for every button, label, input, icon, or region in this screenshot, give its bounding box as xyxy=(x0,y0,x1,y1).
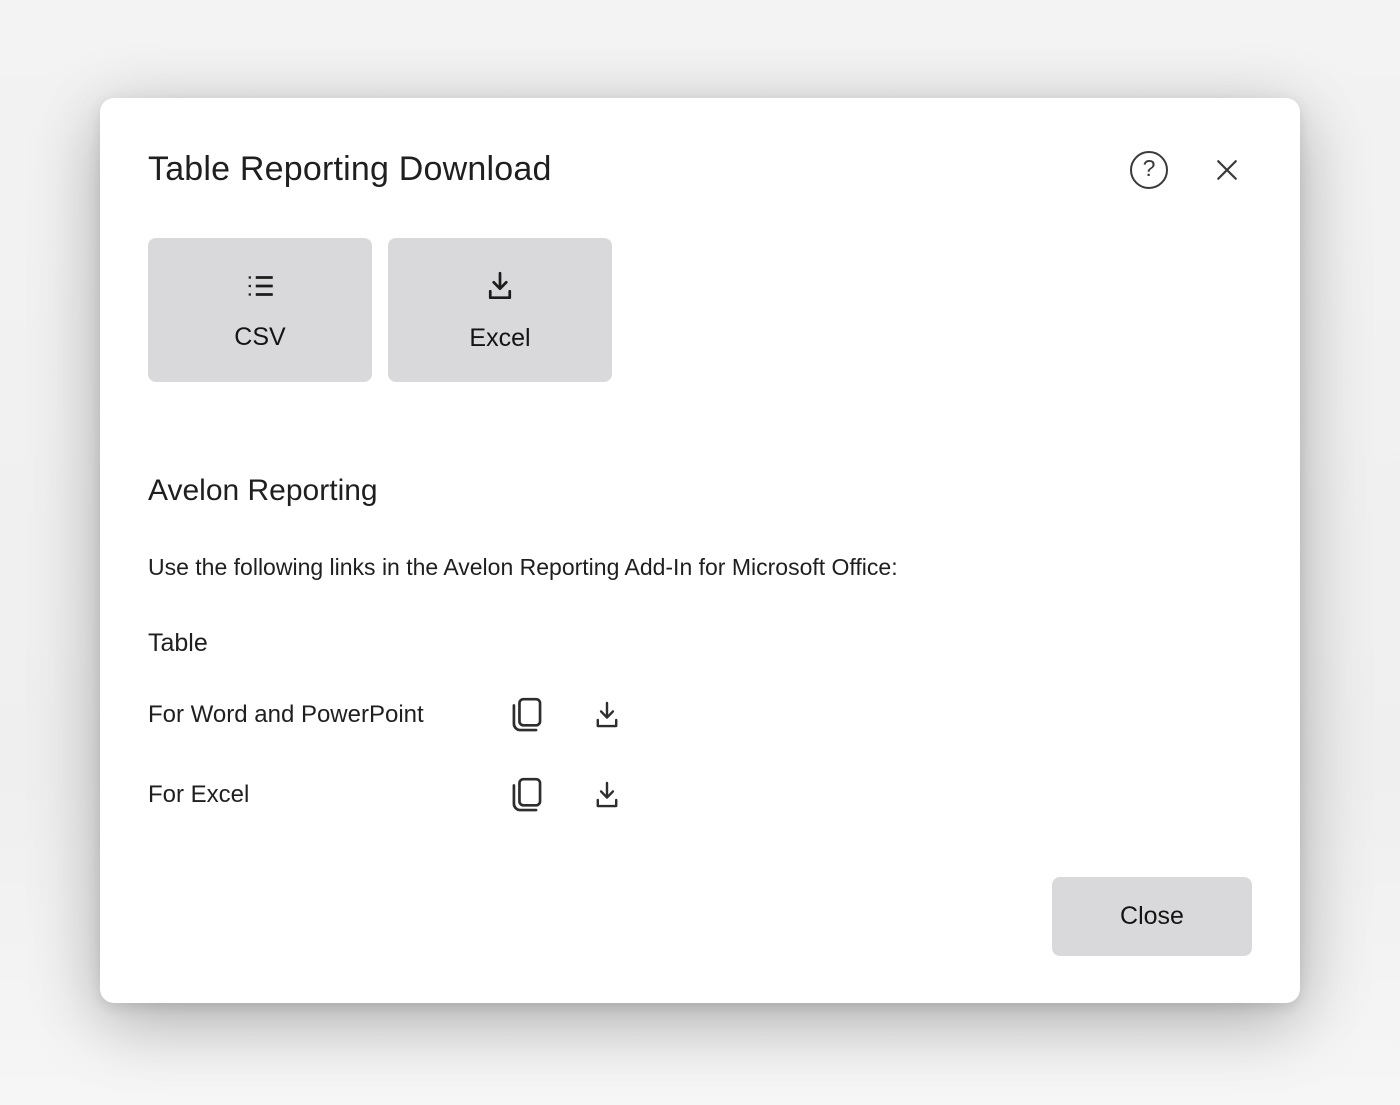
csv-format-button[interactable]: CSV xyxy=(148,238,372,382)
copy-icon[interactable] xyxy=(505,772,545,818)
csv-format-label: CSV xyxy=(234,323,285,352)
help-glyph: ? xyxy=(1143,157,1156,180)
row-label: For Excel xyxy=(148,781,505,809)
excel-row: For Excel xyxy=(148,772,1252,818)
table-subheading: Table xyxy=(148,629,1252,658)
row-label: For Word and PowerPoint xyxy=(148,701,505,729)
section-description: Use the following links in the Avelon Re… xyxy=(148,554,1252,581)
download-icon[interactable] xyxy=(587,772,627,818)
list-icon xyxy=(243,269,277,303)
word-powerpoint-row: For Word and PowerPoint xyxy=(148,692,1252,738)
avelon-reporting-heading: Avelon Reporting xyxy=(148,474,1252,508)
copy-icon[interactable] xyxy=(505,692,545,738)
table-reporting-download-dialog: Table Reporting Download ? xyxy=(100,98,1300,1003)
help-icon[interactable]: ? xyxy=(1130,151,1168,189)
download-icon xyxy=(482,268,518,304)
dialog-header: Table Reporting Download ? xyxy=(148,150,1252,189)
dialog-footer: Close xyxy=(148,877,1252,956)
close-icon[interactable] xyxy=(1212,155,1242,185)
dialog-title: Table Reporting Download xyxy=(148,150,552,189)
excel-format-label: Excel xyxy=(469,324,530,353)
close-button[interactable]: Close xyxy=(1052,877,1252,956)
format-buttons: CSV Excel xyxy=(148,238,1252,382)
header-icons: ? xyxy=(1130,151,1242,189)
download-icon[interactable] xyxy=(587,692,627,738)
excel-format-button[interactable]: Excel xyxy=(388,238,612,382)
